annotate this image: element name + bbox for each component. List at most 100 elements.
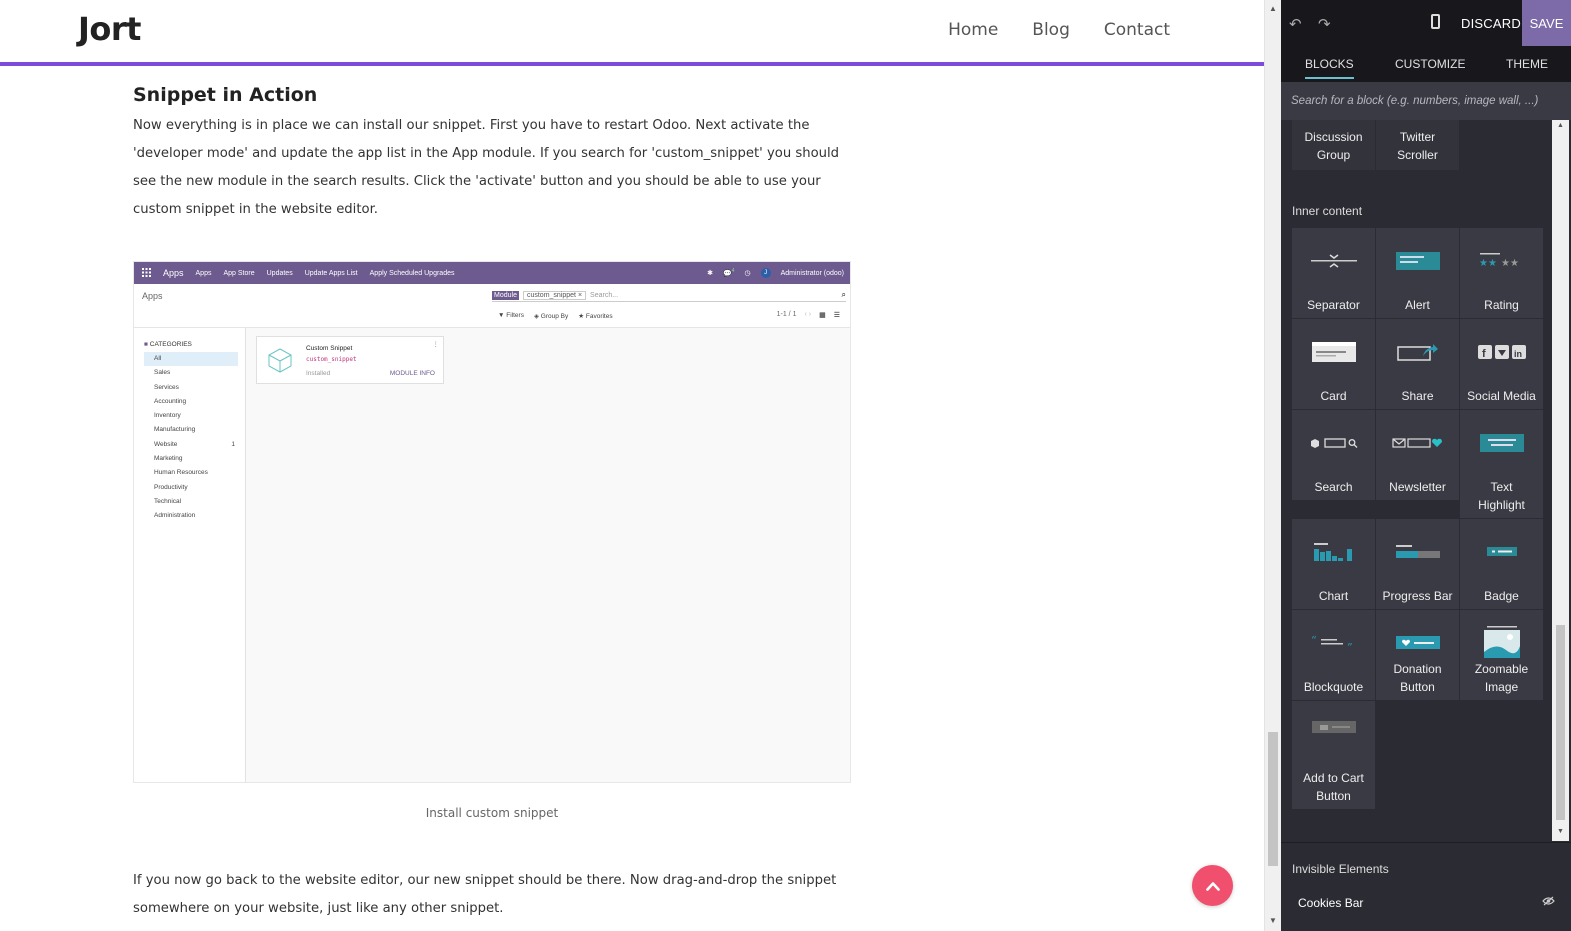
site-header: Jort Home Blog Contact xyxy=(0,0,1264,66)
category-item: Technical xyxy=(154,497,182,505)
article-paragraph: Now everything is in place we can instal… xyxy=(133,118,840,217)
scroll-down-arrow-icon[interactable]: ▼ xyxy=(1269,916,1277,925)
progress-bar-icon xyxy=(1395,545,1440,558)
block-label: Add to Cart Button xyxy=(1303,771,1364,803)
block-progress-bar[interactable]: Progress Bar xyxy=(1376,519,1459,609)
search-block-icon xyxy=(1310,438,1357,448)
block-add-to-cart[interactable]: Add to Cart Button xyxy=(1292,701,1375,809)
page-scroll-thumb[interactable] xyxy=(1268,732,1278,866)
svg-text:“: “ xyxy=(1311,635,1317,647)
shot-topbar: Apps Apps App Store Updates Update Apps … xyxy=(134,262,850,284)
block-share[interactable]: Share xyxy=(1376,319,1459,409)
shot-menu-item: Apply Scheduled Upgrades xyxy=(369,269,455,277)
nav-home[interactable]: Home xyxy=(948,20,998,40)
module-technical-name: custom_snippet xyxy=(306,356,357,363)
block-card[interactable]: Card xyxy=(1292,319,1375,409)
newsletter-icon xyxy=(1391,438,1442,448)
block-label: Text Highlight xyxy=(1478,480,1525,512)
shot-menu-item: Update Apps List xyxy=(304,269,358,277)
redo-icon[interactable]: ↷ xyxy=(1318,15,1331,33)
card-icon xyxy=(1311,342,1356,362)
eye-slash-icon[interactable] xyxy=(1542,895,1555,909)
category-item: Manufacturing xyxy=(154,426,196,434)
block-alert[interactable]: Alert xyxy=(1376,228,1459,318)
category-item: All xyxy=(144,352,238,367)
user-avatar: J xyxy=(760,268,771,278)
block-discussion-group[interactable]: Discussion Group xyxy=(1292,120,1375,170)
block-zoomable-image[interactable]: Zoomable Image xyxy=(1460,610,1543,700)
page-scrollbar[interactable]: ▲ ▼ xyxy=(1264,0,1281,931)
shot-categories: ■ CATEGORIES All Sales Services Accounti… xyxy=(134,328,246,782)
shot-menu-item: Apps xyxy=(195,269,212,277)
website-count: 1 xyxy=(231,440,235,448)
block-blockquote[interactable]: “ ” Blockquote xyxy=(1292,610,1375,700)
shot-app-title: Apps xyxy=(163,268,184,278)
tab-customize[interactable]: CUSTOMIZE xyxy=(1395,57,1465,71)
blocks-scroll-down-icon[interactable]: ▼ xyxy=(1557,828,1564,835)
svg-text:in: in xyxy=(1514,349,1522,359)
tab-blocks[interactable]: BLOCKS xyxy=(1305,57,1354,79)
shot-search: Module custom_snippet × Search... ⌕ xyxy=(492,289,846,302)
nav-blog[interactable]: Blog xyxy=(1032,20,1070,40)
back-to-top-button[interactable] xyxy=(1192,865,1233,906)
category-item: Services xyxy=(154,383,179,391)
kanban-view-icon: ▦ xyxy=(819,312,826,319)
tab-theme[interactable]: THEME xyxy=(1506,57,1548,71)
text-highlight-icon xyxy=(1479,434,1524,452)
block-search-input[interactable] xyxy=(1291,95,1561,107)
block-newsletter[interactable]: Newsletter xyxy=(1376,410,1459,500)
block-label: Chart xyxy=(1318,589,1349,603)
block-badge[interactable]: Badge xyxy=(1460,519,1543,609)
zoomable-image-icon xyxy=(1483,626,1520,658)
site-nav: Home Blog Contact xyxy=(948,20,1170,40)
block-label: Card xyxy=(1320,389,1347,403)
svg-text:”: ” xyxy=(1347,641,1353,651)
block-label: Blockquote xyxy=(1303,680,1364,694)
blocks-scroll-thumb[interactable] xyxy=(1556,625,1565,820)
editor-panel: ↶ ↷ DISCARD SAVE BLOCKS CUSTOMIZE THEME … xyxy=(1281,0,1571,931)
category-item: Inventory xyxy=(154,412,181,420)
block-social-media[interactable]: f in Social Media xyxy=(1460,319,1543,409)
undo-icon[interactable]: ↶ xyxy=(1289,15,1302,33)
block-label: Alert xyxy=(1405,298,1430,312)
module-status: Installed xyxy=(306,370,331,377)
block-separator[interactable]: Separator xyxy=(1292,228,1375,318)
previous-blocks-row: Discussion Group Twitter Scroller xyxy=(1292,120,1459,170)
invisible-elements: Invisible Elements Cookies Bar xyxy=(1281,842,1571,931)
discard-button[interactable]: DISCARD xyxy=(1461,16,1521,31)
filter-icon: ▼ Filters xyxy=(498,312,524,319)
scroll-up-arrow-icon[interactable]: ▲ xyxy=(1269,4,1277,13)
svg-text:★★: ★★ xyxy=(1479,258,1497,269)
pager-arrows-icon: ‹ › xyxy=(804,311,812,318)
category-item: Productivity xyxy=(154,483,188,491)
magnifier-icon: ⌕ xyxy=(841,290,846,299)
block-text-highlight[interactable]: Text Highlight xyxy=(1460,410,1543,518)
shot-breadcrumb: Apps xyxy=(142,291,163,301)
block-search-tile[interactable]: Search xyxy=(1292,410,1375,500)
blocks-scrollbar[interactable]: ▲ ▼ xyxy=(1552,120,1569,841)
shot-search-placeholder: Search... xyxy=(590,291,619,299)
invisible-item-cookies-bar[interactable]: Cookies Bar xyxy=(1298,896,1363,910)
site-logo[interactable]: Jort xyxy=(78,10,141,48)
svg-text:f: f xyxy=(1482,348,1486,360)
block-search xyxy=(1281,82,1571,120)
category-item: Human Resources xyxy=(154,469,208,477)
alert-icon xyxy=(1395,252,1440,270)
block-label: Donation Button xyxy=(1393,662,1442,694)
block-donation-button[interactable]: Donation Button xyxy=(1376,610,1459,700)
pager-value: 1-1 / 1 xyxy=(776,311,797,318)
mobile-preview-icon[interactable] xyxy=(1431,14,1440,29)
article-paragraph-2: If you now go back to the website editor… xyxy=(133,873,837,916)
category-item: Administration xyxy=(154,512,196,520)
module-name: Custom Snippet xyxy=(306,345,353,352)
block-twitter-scroller[interactable]: Twitter Scroller xyxy=(1376,120,1459,170)
block-label: Social Media xyxy=(1467,389,1536,403)
save-button[interactable]: SAVE xyxy=(1522,0,1571,46)
blocks-scroll-up-icon[interactable]: ▲ xyxy=(1557,122,1564,129)
block-chart[interactable]: Chart xyxy=(1292,519,1375,609)
block-rating[interactable]: ★★ ★★ Rating xyxy=(1460,228,1543,318)
module-card: Custom Snippet custom_snippet Installed … xyxy=(256,336,444,384)
shot-menu-item: Updates xyxy=(266,269,293,277)
nav-contact[interactable]: Contact xyxy=(1104,20,1170,40)
block-label: Zoomable Image xyxy=(1474,662,1529,694)
